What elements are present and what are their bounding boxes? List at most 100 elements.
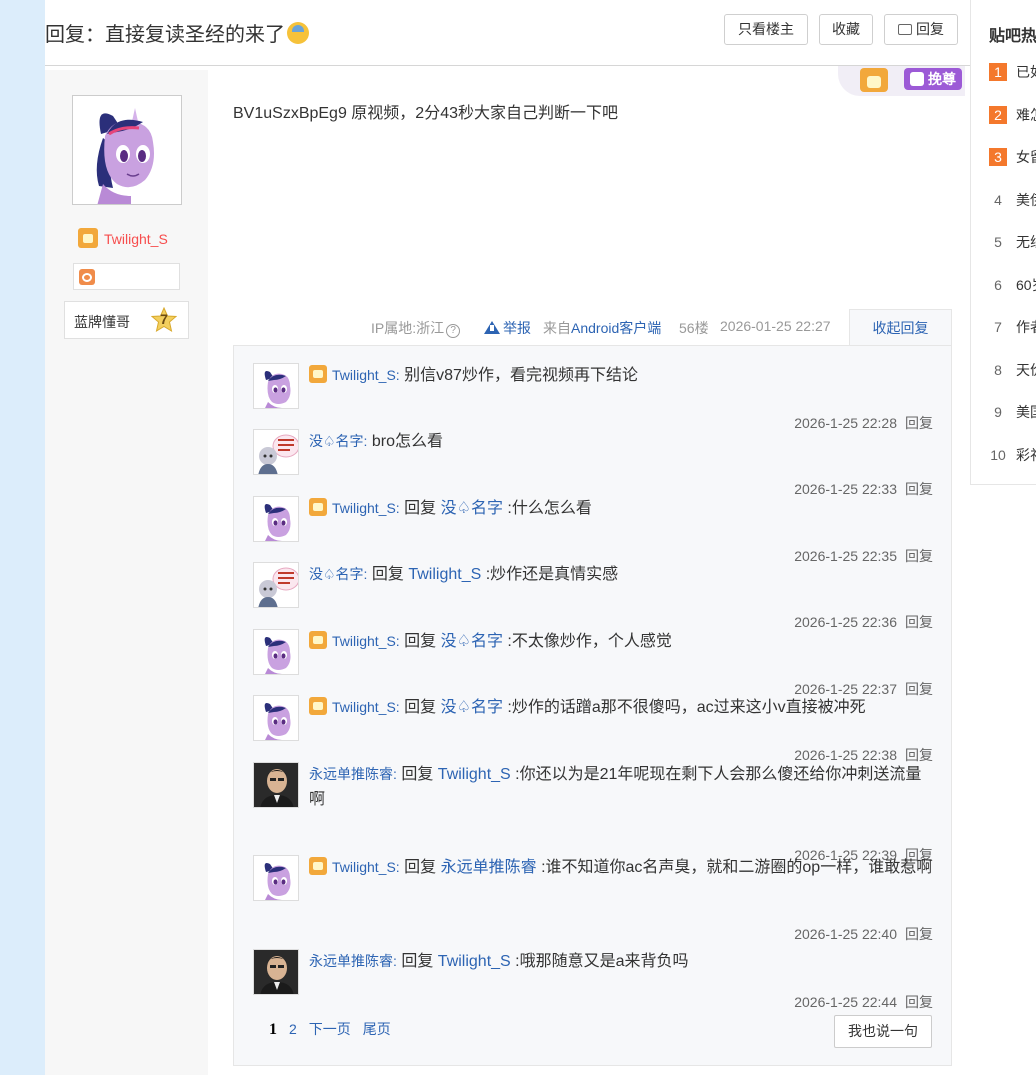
reply-word: 回复 [401,766,438,783]
sub-reply-avatar[interactable] [253,762,299,808]
sub-reply-message: :不太像炒作，个人感觉 [507,633,672,650]
sub-reply-item: Twilight_S: 回复 没♤名字 :炒作的话蹭a那不很傻吗，ac过来这小v… [253,695,933,765]
sub-reply-message: :炒作的话蹭a那不很傻吗，ac过来这小v直接被冲死 [507,699,866,716]
sub-reply-text: 没♤名字: bro怎么看 [309,429,933,454]
sub-reply-username[interactable]: 永远单推陈睿: [309,766,397,782]
crown-icon [309,498,327,516]
sub-reply-username[interactable]: Twilight_S: [332,699,400,715]
sub-reply-username[interactable]: Twilight_S: [332,367,400,383]
sub-reply-time: 2026-1-25 22:36 [794,614,897,630]
reply-word: 回复 [404,859,441,876]
sub-reply-avatar[interactable] [253,855,299,901]
sub-reply-username[interactable]: Twilight_S: [332,633,400,649]
pager-last-page[interactable]: 尾页 [363,1021,391,1037]
collapse-replies-button[interactable]: 收起回复 [849,309,952,346]
say-something-button[interactable]: 我也说一句 [834,1015,932,1048]
hot-topic-item[interactable]: 6 60岁 [989,275,1036,295]
sub-reply-avatar[interactable] [253,629,299,675]
hot-topic-item[interactable]: 3 女留 [989,147,1036,167]
reply-target-username[interactable]: Twilight_S [438,766,515,783]
reply-button[interactable]: 回复 [884,14,958,45]
level-badge[interactable]: 蓝牌懂哥 7 [64,301,189,339]
sub-reply-time: 2026-1-25 22:33 [794,481,897,497]
hot-topic-item[interactable]: 5 无线 [989,232,1036,252]
hot-topic-rank: 7 [994,319,1002,335]
comment-icon [898,24,912,35]
sub-reply-time: 2026-1-25 22:40 [794,926,897,942]
sub-reply-avatar[interactable] [253,496,299,542]
collect-button[interactable]: 收藏 [819,14,873,45]
hot-topic-title: 天价 [1016,361,1036,378]
sub-reply-message: :炒作还是真情实感 [485,566,619,583]
hot-topic-rank: 8 [994,361,1002,378]
sub-reply-avatar[interactable] [253,429,299,475]
sub-reply-item: 没♤名字: 回复 Twilight_S :炒作还是真情实感 2026-1-25 2… [253,562,933,632]
left-background-strip [0,0,45,1075]
sub-reply-username[interactable]: Twilight_S: [332,500,400,516]
hot-topic-item[interactable]: 1 已如 [989,62,1036,82]
sub-reply-item: Twilight_S: 回复 永远单推陈睿 :谁不知道你ac名声臭，就和二游圈的… [253,855,933,944]
pager-page-2[interactable]: 2 [289,1021,297,1037]
hot-topic-rank: 4 [994,191,1002,208]
hot-topic-rank: 10 [990,446,1006,463]
sub-reply-item: 没♤名字: bro怎么看 2026-1-25 22:33 回复 [253,429,933,499]
sub-reply-reply-link[interactable]: 回复 [905,747,933,763]
sub-reply-avatar[interactable] [253,363,299,409]
hot-topic-item[interactable]: 4 美伊 [989,190,1036,210]
hot-topic-title: 女留 [1016,149,1036,165]
corner-tag[interactable]: 挽尊 [838,66,965,96]
question-icon[interactable]: ? [446,324,461,338]
fearful-face-emoji-icon [287,22,309,44]
sub-reply-avatar[interactable] [253,695,299,741]
reply-word: 回复 [371,566,409,583]
sub-reply-avatar[interactable] [253,562,299,608]
gold-crown-icon [860,68,888,92]
reply-target-username[interactable]: 没♤名字 [441,699,508,716]
hot-topic-item[interactable]: 10 彩礼 [989,445,1036,465]
ip-location: IP属地:浙江? [371,318,461,338]
author-name-link[interactable]: Twilight_S [78,228,168,248]
thread-header: 回复：直接复读圣经的来了 只看楼主 收藏 回复 [45,0,970,66]
pager-next-page[interactable]: 下一页 [309,1021,351,1037]
report-link[interactable]: 举报 [484,318,531,338]
hot-topic-item[interactable]: 9 美国 [989,402,1036,422]
sub-reply-avatar[interactable] [253,949,299,995]
hot-topic-item[interactable]: 8 天价 [989,360,1036,380]
sub-reply-username[interactable]: 永远单推陈睿: [309,953,397,969]
sub-reply-text: Twilight_S: 回复 没♤名字 :炒作的话蹭a那不很傻吗，ac过来这小v… [309,695,933,720]
sub-reply-meta: 2026-1-25 22:40 回复 [794,924,933,944]
sub-reply-reply-link[interactable]: 回复 [905,926,933,942]
hot-topic-item[interactable]: 7 作者 [989,317,1036,337]
sub-reply-text: 永远单推陈睿: 回复 Twilight_S :哦那随意又是a来背负吗 [309,949,933,974]
sub-reply-username[interactable]: 没♤名字: [309,566,367,582]
reply-target-username[interactable]: 没♤名字 [441,633,508,650]
sub-reply-message: :哦那随意又是a来背负吗 [515,953,689,970]
sub-reply-text: Twilight_S: 别信v87炒作，看完视频再下结论 [309,363,933,388]
pager-current-page: 1 [269,1021,277,1038]
reply-target-username[interactable]: Twilight_S [408,566,485,583]
reply-word: 回复 [401,953,438,970]
reply-target-username[interactable]: 永远单推陈睿 [441,859,541,876]
author-avatar[interactable] [72,95,182,205]
sub-reply-text: Twilight_S: 回复 永远单推陈睿 :谁不知道你ac名声臭，就和二游圈的… [309,855,933,880]
zodiac-badge[interactable] [73,263,180,290]
sub-reply-reply-link[interactable]: 回复 [905,994,933,1010]
hot-topic-title: 彩礼 [1016,446,1036,463]
sub-reply-message: 别信v87炒作，看完视频再下结论 [404,367,638,384]
hot-topic-rank: 1 [989,63,1007,81]
sub-reply-reply-link[interactable]: 回复 [905,481,933,497]
sub-reply-text: Twilight_S: 回复 没♤名字 :不太像炒作，个人感觉 [309,629,933,654]
sub-reply-username[interactable]: Twilight_S: [332,859,400,875]
reply-target-username[interactable]: 没♤名字 [441,500,508,517]
sub-reply-reply-link[interactable]: 回复 [905,614,933,630]
client-link[interactable]: Android客户端 [571,320,661,336]
reply-target-username[interactable]: Twilight_S [438,953,515,970]
hot-topic-item[interactable]: 2 难怎 [989,105,1036,125]
sub-reply-item: Twilight_S: 回复 没♤名字 :什么怎么看 2026-1-25 22:3… [253,496,933,566]
only-op-button[interactable]: 只看楼主 [724,14,808,45]
hot-topic-rank: 3 [989,148,1007,166]
page-title: 回复：直接复读圣经的来了 [45,18,309,47]
sub-reply-username[interactable]: 没♤名字: [309,433,367,449]
sub-reply-text: 永远单推陈睿: 回复 Twilight_S :你还以为是21年呢现在剩下人会那么… [309,762,933,812]
sub-reply-item: Twilight_S: 别信v87炒作，看完视频再下结论 2026-1-25 22… [253,363,933,433]
